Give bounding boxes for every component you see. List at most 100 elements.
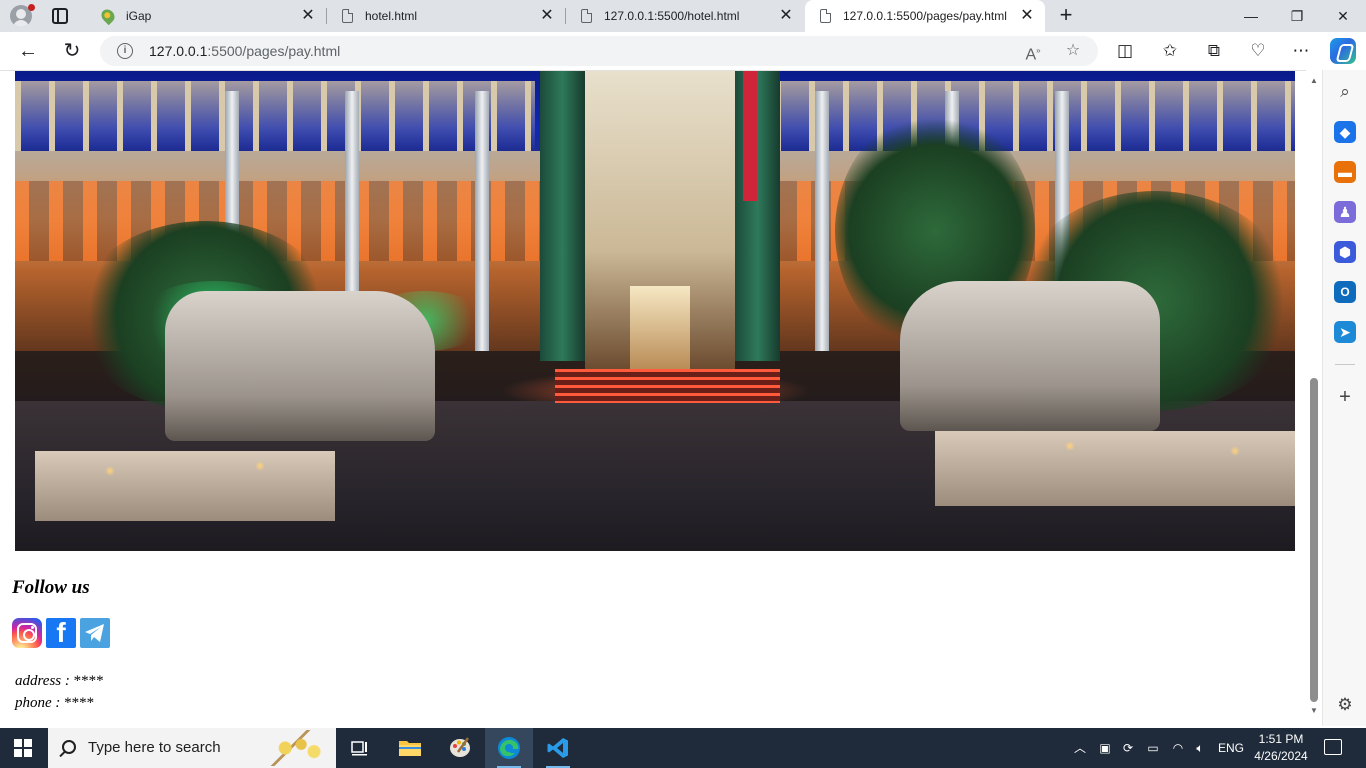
sidebar-games-icon[interactable]: ♟	[1334, 201, 1356, 223]
close-tab-icon[interactable]: ✕	[776, 6, 796, 26]
search-icon	[62, 740, 76, 754]
document-icon	[339, 8, 355, 24]
update-notification-icon[interactable]: ⟳	[1118, 728, 1138, 768]
tab-hotel-html[interactable]: hotel.html ✕	[327, 0, 565, 32]
photo-statue-base	[935, 431, 1295, 506]
page-viewport: Follow us f address : **** phone : ****	[0, 70, 1322, 726]
photo-gate-door	[630, 286, 690, 371]
phone-line: phone : ****	[15, 695, 94, 712]
tab-localhost-pay[interactable]: 127.0.0.1:5500/pages/pay.html ✕	[805, 0, 1045, 32]
close-tab-icon[interactable]: ✕	[537, 6, 557, 26]
sidebar-drop-icon[interactable]: ➤	[1334, 321, 1356, 343]
taskbar-clock[interactable]: 1:51 PM 4/26/2024	[1250, 731, 1312, 765]
tab-igap[interactable]: iGap ✕	[88, 0, 326, 32]
photo-green-pillar	[735, 71, 780, 361]
windows-start-icon[interactable]	[14, 739, 32, 757]
language-indicator[interactable]: ENG	[1214, 728, 1248, 768]
phone-label: phone :	[15, 695, 61, 711]
meet-now-icon[interactable]: ▣	[1096, 728, 1114, 768]
sidebar-outlook-icon[interactable]: O	[1334, 281, 1356, 303]
task-view-icon[interactable]	[336, 728, 384, 768]
search-placeholder: Type here to search	[88, 739, 221, 756]
tab-strip: iGap ✕ hotel.html ✕ 127.0.0.1:5500/hotel…	[0, 0, 1366, 32]
split-screen-icon[interactable]: ◫	[1113, 40, 1137, 62]
clock-date: 4/26/2024	[1254, 749, 1308, 763]
scroll-up-arrow-icon[interactable]: ▲	[1308, 76, 1320, 86]
photo-lamp	[1065, 441, 1075, 451]
hotel-entrance-photo	[15, 71, 1295, 551]
url-text[interactable]: 127.0.0.1:5500/pages/pay.html	[149, 36, 340, 66]
photo-lit-steps	[555, 369, 780, 403]
favorite-star-icon[interactable]: ☆	[1062, 41, 1084, 61]
sidebar-search-icon[interactable]: ⌕	[1334, 81, 1356, 103]
scrollbar-thumb[interactable]	[1310, 378, 1318, 702]
tab-label: iGap	[126, 9, 152, 23]
more-menu-icon[interactable]: ⋯	[1289, 40, 1313, 62]
battery-icon[interactable]: ▭	[1143, 728, 1163, 768]
notification-center-icon[interactable]	[1324, 739, 1342, 755]
close-window-button[interactable]: ✕	[1320, 0, 1366, 32]
back-arrow-icon[interactable]: ←	[14, 38, 42, 64]
tab-actions-icon[interactable]	[52, 8, 68, 24]
map-pin-icon	[98, 6, 118, 26]
wifi-icon[interactable]: ◠	[1168, 728, 1188, 768]
paint-app-icon[interactable]	[436, 728, 484, 768]
search-highlight-illustration	[266, 730, 330, 766]
close-tab-icon[interactable]: ✕	[298, 6, 318, 26]
edge-browser-taskbar-icon[interactable]	[485, 728, 533, 768]
profile-notification-dot	[28, 4, 35, 11]
restore-button[interactable]: ❐	[1274, 0, 1320, 32]
new-tab-button[interactable]: +	[1054, 4, 1078, 28]
photo-red-pillar	[743, 71, 757, 201]
sidebar-divider	[1335, 364, 1355, 365]
edge-sidebar: ⌕ ◆ ▬ ♟ ⬢ O ➤ + ⚙	[1322, 70, 1366, 726]
instagram-icon[interactable]	[12, 618, 42, 648]
tab-label: hotel.html	[365, 9, 418, 23]
url-path: :5500/pages/pay.html	[207, 43, 341, 59]
sidebar-tools-icon[interactable]: ▬	[1334, 161, 1356, 183]
favorites-icon[interactable]: ✩	[1158, 40, 1182, 62]
document-icon	[578, 8, 594, 24]
follow-us-heading: Follow us	[12, 577, 90, 598]
address-bar[interactable]: i 127.0.0.1:5500/pages/pay.html A» ☆	[100, 36, 1098, 66]
photo-lamassu-statue	[165, 291, 435, 441]
file-explorer-icon[interactable]	[386, 728, 434, 768]
telegram-icon[interactable]	[80, 618, 110, 648]
photo-lamp	[1230, 446, 1240, 456]
copilot-icon[interactable]	[1330, 38, 1356, 64]
document-icon	[817, 8, 833, 24]
photo-lamp	[255, 461, 265, 471]
show-hidden-icons-chevron-icon[interactable]: ︿	[1070, 728, 1090, 768]
tab-label: 127.0.0.1:5500/hotel.html	[604, 9, 740, 23]
browser-toolbar: ← ↻ i 127.0.0.1:5500/pages/pay.html A» ☆…	[0, 32, 1366, 70]
refresh-icon[interactable]: ↻	[58, 38, 86, 64]
close-tab-icon[interactable]: ✕	[1017, 6, 1037, 26]
photo-green-pillar	[540, 71, 585, 361]
minimize-button[interactable]: —	[1228, 0, 1274, 32]
sidebar-shopping-icon[interactable]: ◆	[1334, 121, 1356, 143]
sidebar-settings-gear-icon[interactable]: ⚙	[1334, 694, 1356, 716]
photo-lamassu-statue	[900, 281, 1160, 431]
photo-column	[815, 91, 829, 351]
photo-pergola-right	[775, 81, 1295, 151]
site-info-icon[interactable]: i	[117, 43, 133, 59]
browser-essentials-icon[interactable]: ♡	[1246, 40, 1270, 62]
taskbar-search-box[interactable]: Type here to search	[48, 728, 336, 768]
sidebar-office-icon[interactable]: ⬢	[1334, 241, 1356, 263]
address-value: ****	[73, 673, 104, 689]
collections-icon[interactable]: ⧉	[1202, 40, 1226, 62]
windows-taskbar: Type here to search ︿ ▣ ⟳ ▭ ◠ 🔈︎ ENG 1:5…	[0, 728, 1366, 768]
address-line: address : ****	[15, 673, 104, 690]
tab-label: 127.0.0.1:5500/pages/pay.html	[843, 9, 1007, 23]
clock-time: 1:51 PM	[1258, 732, 1304, 746]
scroll-down-arrow-icon[interactable]: ▼	[1308, 706, 1320, 716]
photo-pergola-left	[15, 81, 535, 151]
vscode-icon[interactable]	[534, 728, 582, 768]
sidebar-add-icon[interactable]: +	[1334, 386, 1356, 408]
phone-value: ****	[64, 695, 95, 711]
facebook-icon[interactable]: f	[46, 618, 76, 648]
volume-icon[interactable]: 🔈︎	[1190, 728, 1210, 768]
tab-localhost-hotel[interactable]: 127.0.0.1:5500/hotel.html ✕	[566, 0, 804, 32]
read-aloud-icon[interactable]: A»	[1022, 41, 1044, 63]
photo-lamp	[105, 466, 115, 476]
